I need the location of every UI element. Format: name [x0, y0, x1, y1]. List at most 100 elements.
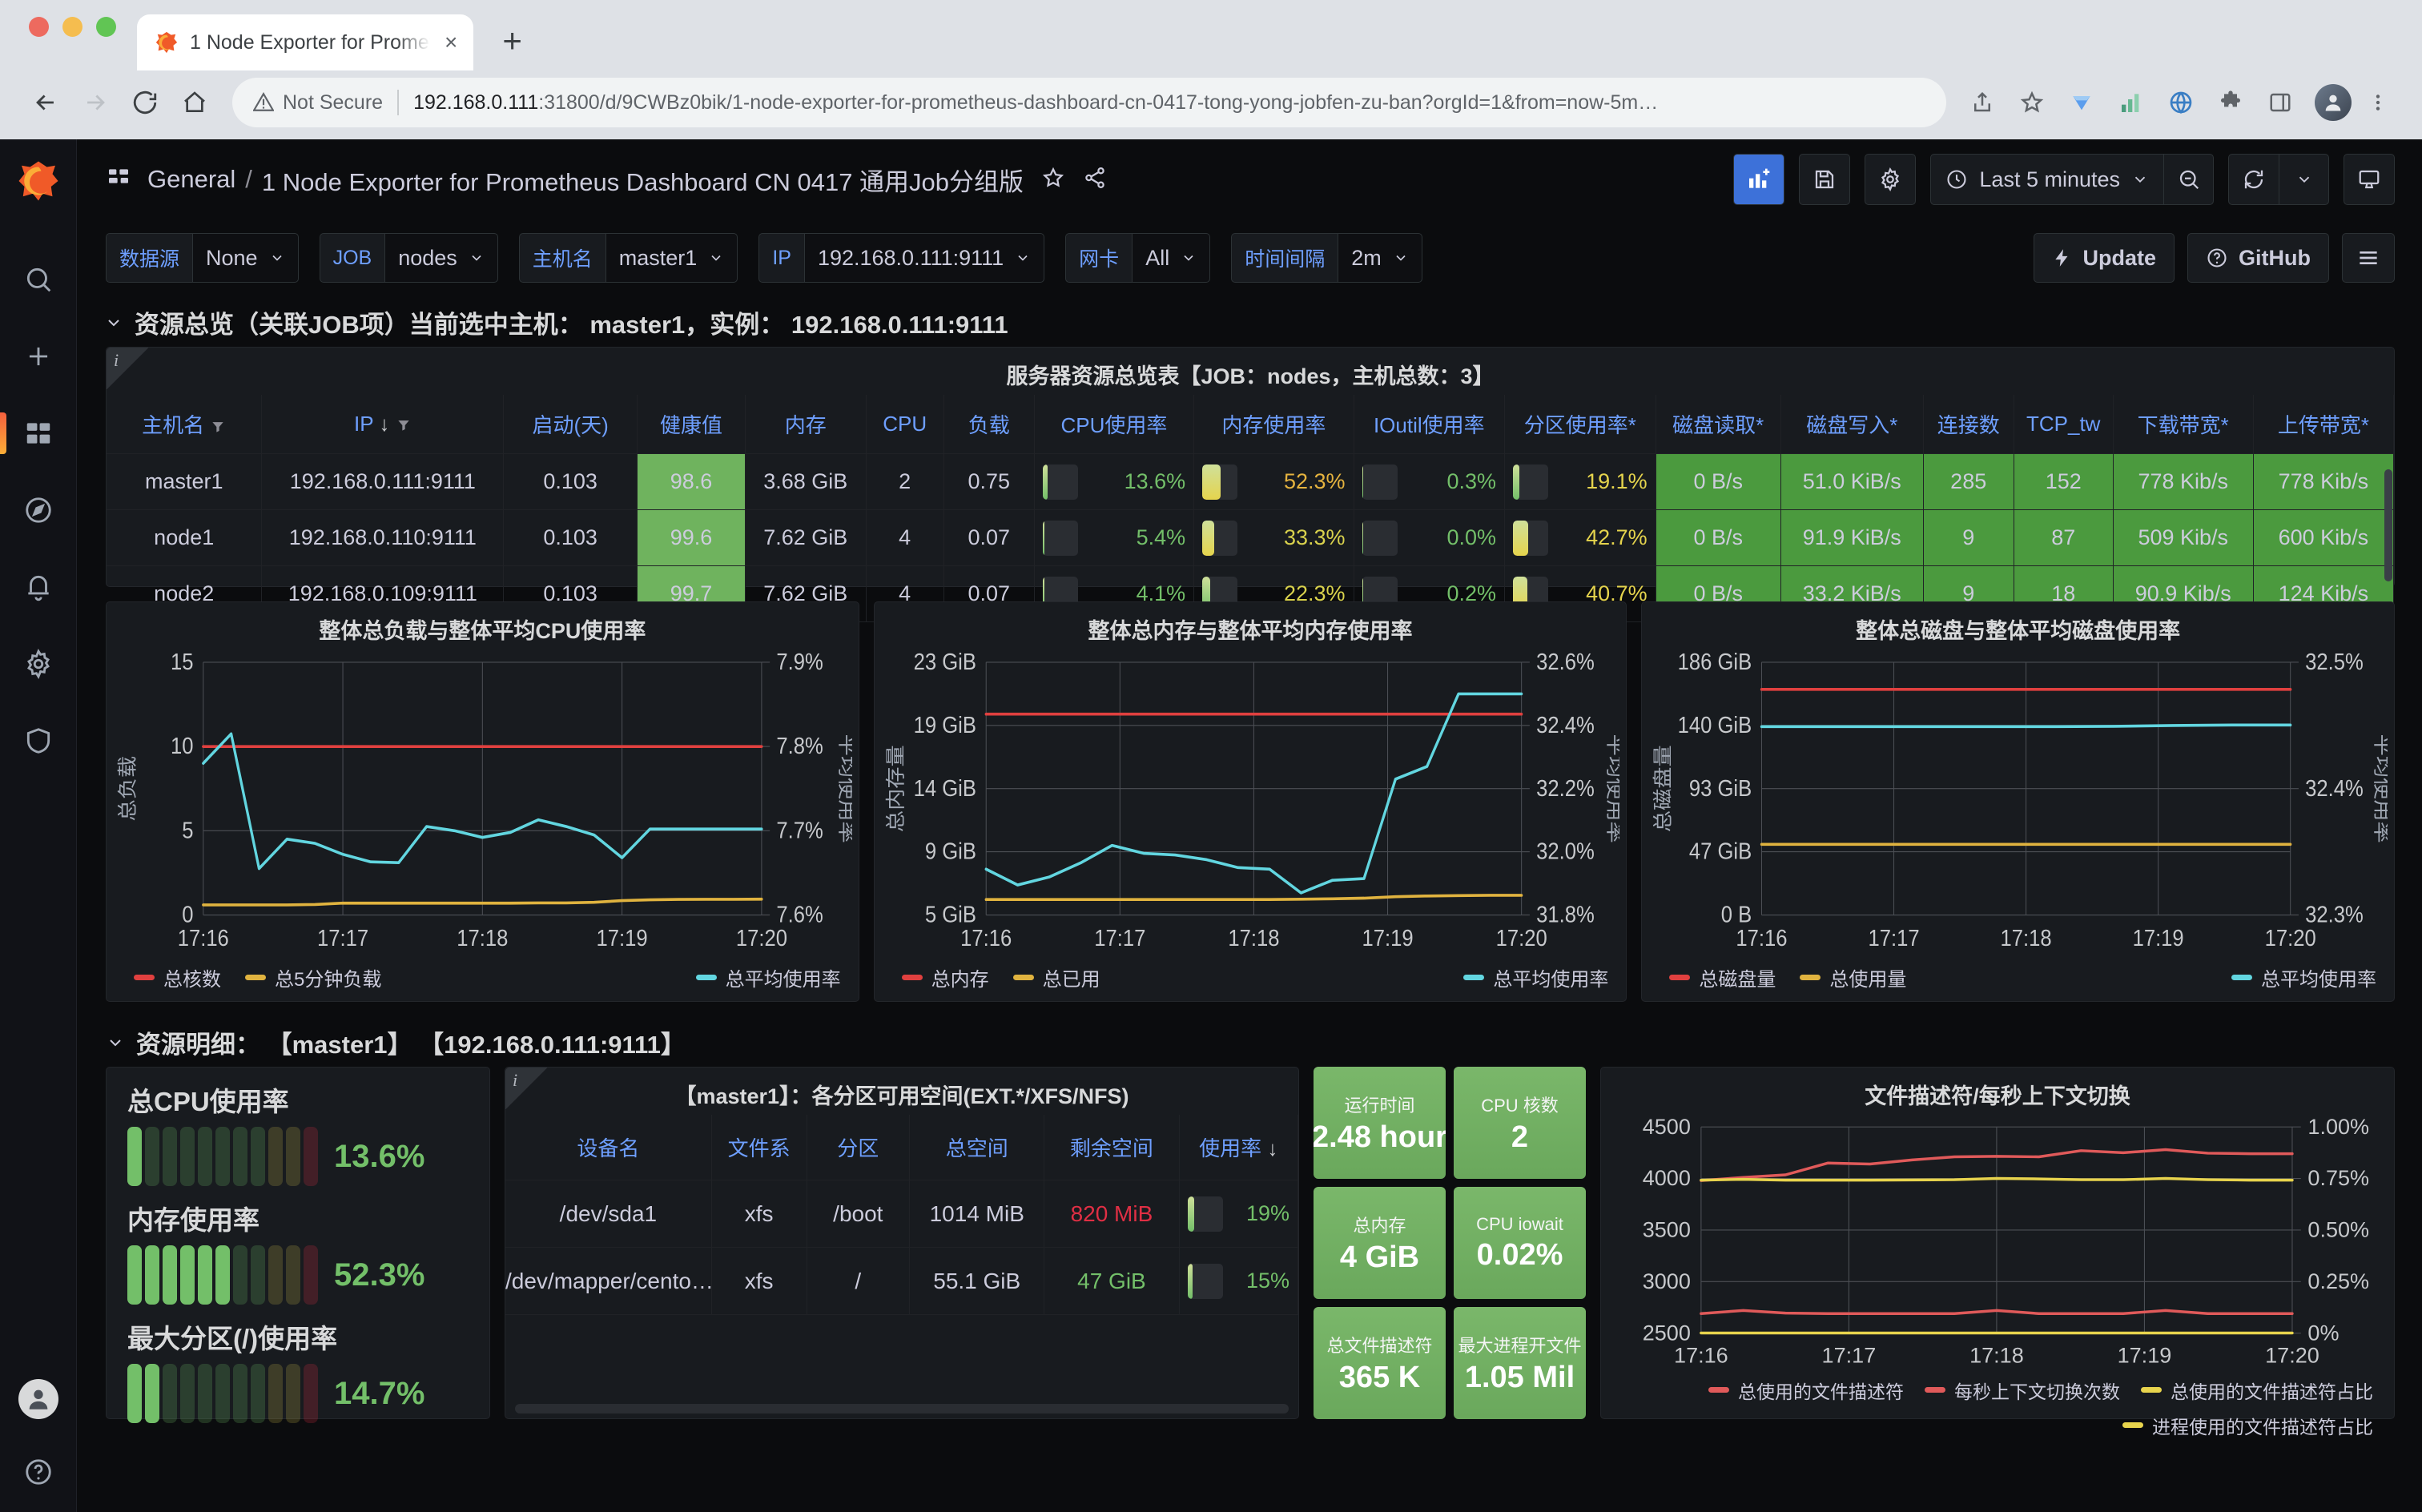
sidebar-item-create[interactable] [0, 318, 77, 395]
panel-description-icon[interactable]: i [505, 1068, 547, 1109]
page-title[interactable]: 1 Node Exporter for Prometheus Dashboard… [262, 162, 1024, 198]
stat-panel[interactable]: 最大进程开文件 1.05 Mil [1454, 1307, 1586, 1419]
col-device[interactable]: 设备名 [505, 1115, 712, 1180]
dashboard-grid-icon[interactable] [106, 165, 131, 195]
grafana-logo[interactable] [16, 159, 61, 207]
share-icon[interactable] [1959, 79, 2006, 126]
col-disk-write[interactable]: 磁盘写入* [1780, 395, 1924, 454]
col-total-space[interactable]: 总空间 [909, 1115, 1045, 1180]
maximize-window-button[interactable] [96, 16, 116, 37]
variable-select-ip[interactable]: 192.168.0.111:9111 [803, 233, 1045, 283]
variable-select-datasource[interactable]: None [192, 233, 299, 283]
legend-item[interactable]: 总核数 [134, 963, 221, 991]
save-dashboard-button[interactable] [1800, 155, 1849, 204]
extension-globe-icon[interactable] [2158, 79, 2204, 126]
col-cpu-usage[interactable]: CPU使用率 [1034, 395, 1195, 454]
tab-close-icon[interactable]: × [441, 31, 461, 54]
legend-item[interactable]: 总平均使用率 [695, 963, 841, 991]
row-header-overview[interactable]: 资源总览（关联JOB项）当前选中主机： master1，实例： 192.168.… [77, 296, 2422, 347]
cpu-load-plot[interactable]: 0 5 10 15 7.6% 7.7% 7.8% 7.9% 17:16 17:17 17:18 17:… [113, 649, 852, 959]
disk-plot[interactable]: 0 B 47 GiB 93 GiB 140 GiB 186 GiB 32.3% 32.4% 3… [1648, 649, 2388, 959]
legend-item[interactable]: 总磁盘量 [1669, 963, 1776, 991]
col-disk-read[interactable]: 磁盘读取* [1656, 395, 1781, 454]
minimize-window-button[interactable] [62, 16, 82, 37]
col-tcp-tw[interactable]: TCP_tw [2014, 395, 2114, 454]
col-load[interactable]: 负载 [943, 395, 1035, 454]
legend-item[interactable]: 每秒上下文切换次数 [1925, 1377, 2120, 1404]
sidebar-item-help[interactable] [0, 1442, 77, 1502]
panel-description-icon[interactable]: i [107, 348, 148, 389]
side-panel-icon[interactable] [2257, 79, 2303, 126]
stat-panel[interactable]: 总内存 4 GiB [1314, 1187, 1446, 1299]
legend-item[interactable]: 进程使用的文件描述符占比 [2122, 1412, 2373, 1439]
stat-panel[interactable]: 运行时间 2.48 hour [1314, 1067, 1446, 1179]
legend-item[interactable]: 总平均使用率 [1463, 963, 1608, 991]
sidebar-item-search[interactable] [0, 241, 77, 318]
variable-select-job[interactable]: nodes [384, 233, 498, 283]
stat-panel[interactable]: CPU iowait 0.02% [1454, 1187, 1586, 1299]
bookmark-star-icon[interactable] [2009, 79, 2055, 126]
sidebar-item-configuration[interactable] [0, 625, 77, 702]
sidebar-item-alerting[interactable] [0, 549, 77, 625]
extensions-puzzle-icon[interactable] [2207, 79, 2254, 126]
legend-item[interactable]: 总5分钟负载 [245, 963, 381, 991]
col-mem-usage[interactable]: 内存使用率 [1193, 395, 1354, 454]
stat-panel[interactable]: 总文件描述符 365 K [1314, 1307, 1446, 1419]
col-uptime[interactable]: 启动(天) [503, 395, 638, 454]
close-window-button[interactable] [29, 16, 49, 37]
update-button[interactable]: Update [2033, 233, 2175, 283]
sidebar-item-explore[interactable] [0, 472, 77, 549]
reload-button[interactable] [120, 78, 170, 127]
col-free-space[interactable]: 剩余空间 [1044, 1115, 1180, 1180]
memory-plot[interactable]: 5 GiB 9 GiB 14 GiB 19 GiB 23 GiB 31.8% 32.0% 32… [881, 649, 1620, 959]
dashboard-menu-button[interactable] [2342, 233, 2395, 283]
home-button[interactable] [170, 78, 219, 127]
legend-item[interactable]: 总使用量 [1800, 963, 1906, 991]
github-button[interactable]: GitHub [2187, 233, 2329, 283]
col-partition[interactable]: 分区使用率* [1504, 395, 1656, 454]
sidebar-item-dashboards[interactable] [0, 395, 77, 472]
legend-item[interactable]: 总平均使用率 [2231, 963, 2376, 991]
col-hostname[interactable]: 主机名 [107, 395, 263, 454]
profile-avatar[interactable] [2315, 84, 2352, 121]
legend-item[interactable]: 总使用的文件描述符占比 [2141, 1377, 2373, 1404]
variable-select-hostname[interactable]: master1 [605, 233, 738, 283]
sidebar-item-server-admin[interactable] [0, 702, 77, 779]
fd-plot[interactable]: 2500 3000 3500 4000 4500 0% 0.25% 0.50% 0.75% 1.0… [1607, 1115, 2388, 1375]
col-filesystem[interactable]: 文件系 [711, 1115, 807, 1180]
zoom-out-time-button[interactable] [2163, 155, 2213, 204]
refresh-interval-dropdown[interactable] [2279, 155, 2328, 204]
dashboard-settings-button[interactable] [1865, 155, 1915, 204]
back-button[interactable] [21, 78, 70, 127]
legend-item[interactable]: 总已用 [1012, 963, 1100, 991]
legend-item[interactable]: 总使用的文件描述符 [1708, 1377, 1904, 1404]
browser-menu-icon[interactable] [2355, 79, 2401, 126]
col-connections[interactable]: 连接数 [1923, 395, 2014, 454]
refresh-button[interactable] [2229, 155, 2279, 204]
stat-panel[interactable]: CPU 核数 2 [1454, 1067, 1586, 1179]
tv-mode-button[interactable] [2344, 155, 2394, 204]
breadcrumb-folder[interactable]: General [147, 165, 235, 194]
variable-select-interval[interactable]: 2m [1338, 233, 1422, 283]
table-row[interactable]: /dev/mapper/cento… xfs/55.1 GiB 47 GiB 15% [505, 1247, 1299, 1315]
table-row[interactable]: master1 192.168.0.111:9111 0.103 98.6 3.68 G… [107, 453, 2395, 510]
time-range-picker[interactable]: Last 5 minutes [1931, 155, 2163, 204]
address-bar[interactable]: Not Secure 192.168.0.111:31800/d/9CWBz0b… [232, 78, 1946, 127]
new-tab-button[interactable]: + [502, 24, 522, 58]
partition-table-scrollbar[interactable] [515, 1404, 1289, 1413]
col-ioutil[interactable]: IOutil使用率 [1354, 395, 1506, 454]
variable-select-nic[interactable]: All [1132, 233, 1211, 283]
col-memory[interactable]: 内存 [745, 395, 867, 454]
table-row[interactable]: node1 192.168.0.110:9111 0.103 99.6 7.62 GiB… [107, 509, 2395, 566]
col-usage[interactable]: 使用率 ↓ [1179, 1115, 1299, 1180]
share-dashboard-icon[interactable] [1083, 166, 1107, 194]
row-header-detail[interactable]: 资源明细： 【master1】 【192.168.0.111:9111】 [106, 1016, 2395, 1067]
col-cpu[interactable]: CPU [866, 395, 944, 454]
sidebar-user-avatar[interactable] [18, 1379, 58, 1419]
col-health[interactable]: 健康值 [637, 395, 746, 454]
extension-chart-icon[interactable] [2108, 79, 2154, 126]
table-row[interactable]: /dev/sda1 xfs/boot 1014 MiB 820 MiB 19% [505, 1180, 1299, 1248]
not-secure-indicator[interactable]: Not Secure [253, 91, 383, 115]
add-panel-button[interactable] [1734, 155, 1784, 204]
overview-table-scrollbar[interactable] [2384, 469, 2392, 581]
